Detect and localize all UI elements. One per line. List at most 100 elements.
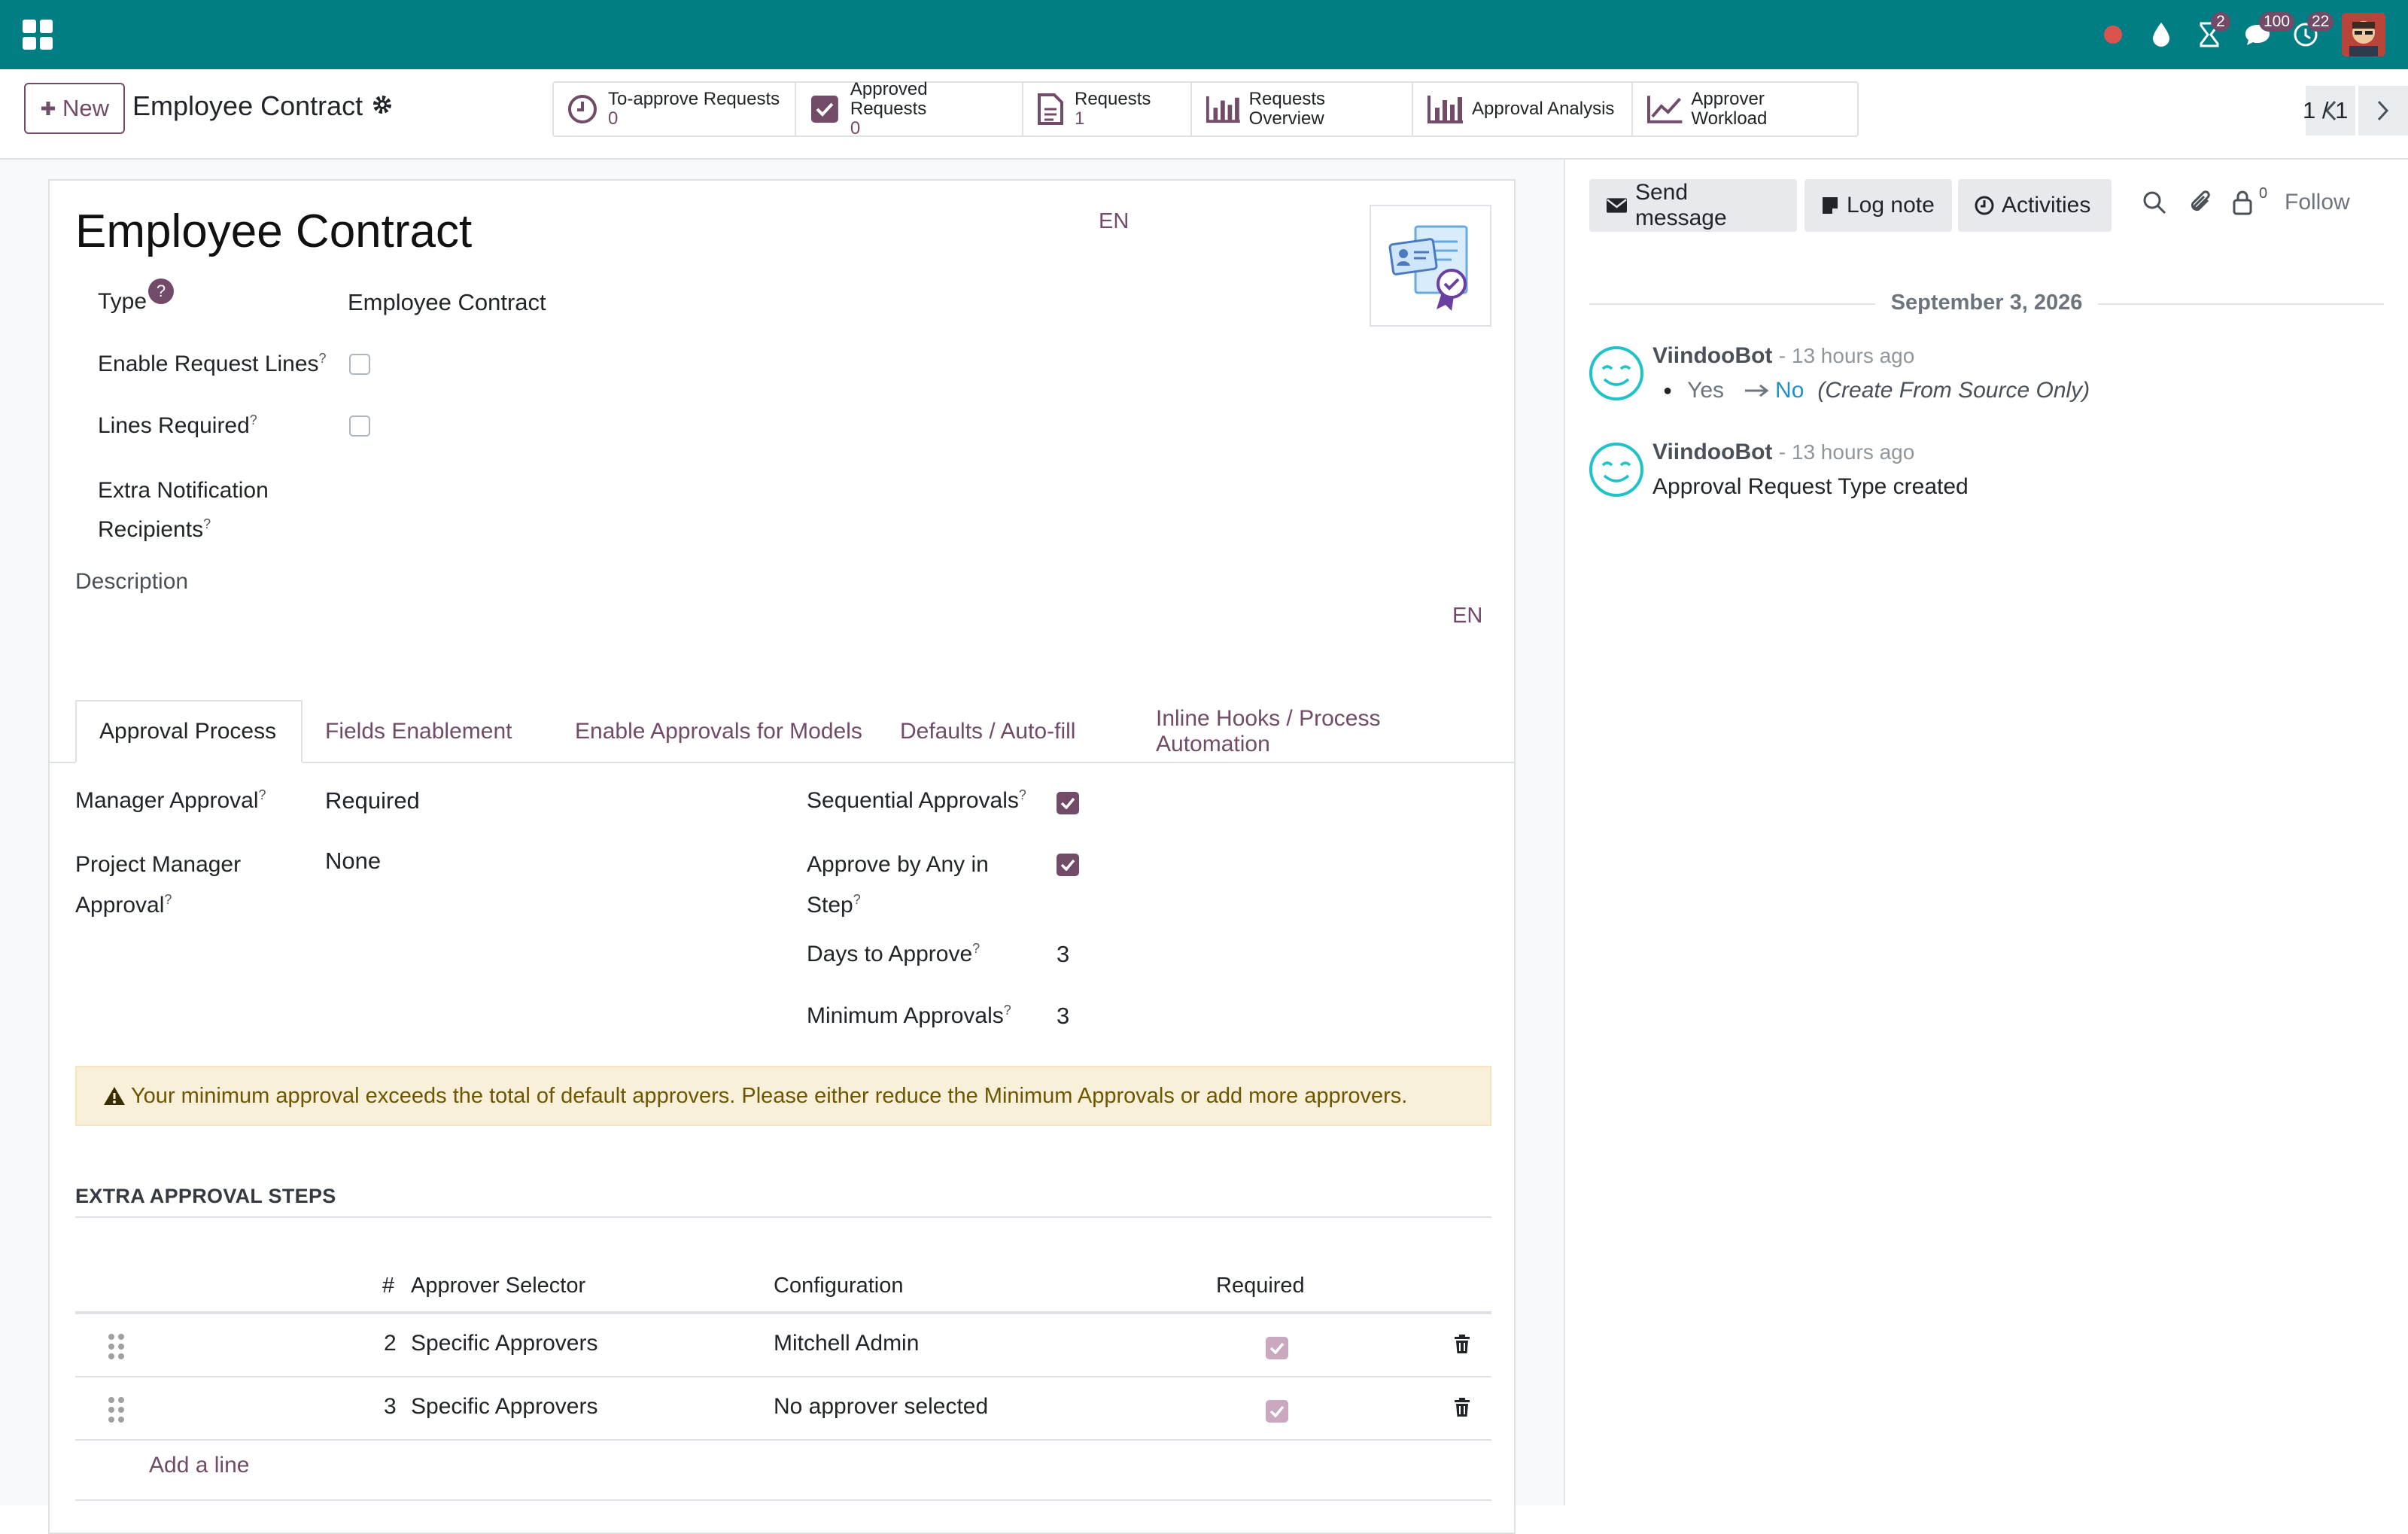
days-to-approve-field[interactable]: 3 <box>1057 941 1069 968</box>
smart-buttons: To-approve Requests 0 Approved Requests 0 … <box>552 80 1859 138</box>
column-header-approver-selector[interactable]: Approver Selector <box>411 1274 585 1298</box>
column-header-required[interactable]: Required <box>1216 1274 1305 1298</box>
record-image[interactable] <box>1370 205 1491 327</box>
approver-workload-button[interactable]: Approver Workload <box>1633 83 1857 135</box>
tab-approval-process[interactable]: Approval Process <box>75 700 303 763</box>
section-divider <box>75 1216 1491 1218</box>
pager-next-button[interactable] <box>2358 86 2408 135</box>
arrow-right-icon <box>1745 384 1769 397</box>
smart-button-title: Requests Overview <box>1248 89 1326 129</box>
minimum-approvals-label: Minimum Approvals? <box>807 1003 1011 1028</box>
envelope-icon <box>1606 198 1627 213</box>
document-icon <box>1038 93 1063 125</box>
trash-icon[interactable] <box>1454 1334 1470 1355</box>
tab-defaults-autofill[interactable]: Defaults / Auto-fill <box>877 700 1098 763</box>
required-checkbox[interactable] <box>1266 1400 1288 1423</box>
lines-required-checkbox[interactable] <box>349 415 370 437</box>
record-title[interactable]: Employee Contract <box>75 205 472 258</box>
message-time: - 13 hours ago <box>1778 440 1915 464</box>
approval-analysis-button[interactable]: Approval Analysis <box>1413 83 1633 135</box>
type-field[interactable]: Employee Contract <box>348 289 546 316</box>
activities-button[interactable]: Activities <box>1958 179 2112 232</box>
minimum-approvals-field[interactable]: 3 <box>1057 1003 1069 1030</box>
warning-icon <box>104 1087 125 1105</box>
search-icon[interactable] <box>2142 190 2167 215</box>
trash-icon[interactable] <box>1454 1397 1470 1418</box>
configuration-cell[interactable]: Mitchell Admin <box>774 1331 919 1356</box>
smart-button-title: Requests <box>1075 89 1151 109</box>
days-to-approve-label: Days to Approve? <box>807 941 981 966</box>
tab-fields-enablement[interactable]: Fields Enablement <box>303 700 534 763</box>
notebook-tabs: Approval Process Fields Enablement Enabl… <box>50 700 1514 763</box>
follow-button[interactable]: Follow <box>2285 190 2350 215</box>
new-button[interactable]: New <box>24 83 125 134</box>
control-panel: New Employee Contract To-approve Request… <box>0 69 2408 160</box>
required-checkbox[interactable] <box>1266 1337 1288 1359</box>
steps-table-header: # Approver Selector Configuration Requir… <box>75 1268 1491 1314</box>
extra-notification-recipients-label: Extra Notification Recipients? <box>98 478 269 542</box>
project-manager-approval-label: Project Manager Approval? <box>75 852 242 918</box>
project-manager-approval-field[interactable]: None <box>325 848 381 875</box>
to-approve-requests-button[interactable]: To-approve Requests 0 <box>554 83 796 135</box>
activities-icon[interactable]: 2 <box>2185 11 2233 59</box>
chatter-divider <box>1564 160 1565 1505</box>
breadcrumb: Employee Contract <box>132 90 363 121</box>
smart-button-title: Approver Workload <box>1691 89 1768 129</box>
configuration-cell[interactable]: No approver selected <box>774 1394 988 1420</box>
approver-selector-cell[interactable]: Specific Approvers <box>411 1394 597 1420</box>
message-body: Approval Request Type created <box>1652 474 1969 499</box>
discuss-badge: 22 <box>2307 12 2334 32</box>
app-menu-icon[interactable] <box>23 20 53 50</box>
table-row[interactable]: 2 Specific Approvers Mitchell Admin <box>75 1314 1491 1377</box>
contract-image-icon <box>1388 225 1468 311</box>
followers-lock-icon[interactable] <box>2232 190 2253 215</box>
bar-chart-icon <box>1427 96 1463 123</box>
tab-enable-approvals-for-models[interactable]: Enable Approvals for Models <box>552 700 885 763</box>
add-line-link[interactable]: Add a line <box>149 1453 249 1478</box>
approver-selector-cell[interactable]: Specific Approvers <box>411 1331 597 1356</box>
follower-count: 0 <box>2259 185 2268 202</box>
activities-label: Activities <box>2002 193 2091 218</box>
bar-chart-icon <box>1206 96 1240 123</box>
old-value: Yes <box>1687 378 1725 403</box>
warning-alert: Your minimum approval exceeds the total … <box>75 1066 1491 1126</box>
approve-by-any-checkbox[interactable] <box>1057 854 1079 876</box>
log-note-button[interactable]: Log note <box>1804 179 1952 232</box>
note-icon <box>1823 197 1838 214</box>
messages-icon[interactable]: 100 <box>2233 11 2295 59</box>
column-header-configuration[interactable]: Configuration <box>774 1274 904 1298</box>
pager-value[interactable]: 1 / 1 <box>2303 97 2348 124</box>
step-number: 2 <box>384 1331 397 1356</box>
requests-button[interactable]: Requests 1 <box>1023 83 1192 135</box>
title-language-button[interactable]: EN <box>1099 209 1129 234</box>
new-value: No <box>1775 378 1804 403</box>
message-author[interactable]: ViindooBot - 13 hours ago <box>1652 440 1914 465</box>
enable-request-lines-checkbox[interactable] <box>349 354 370 375</box>
description-language-button[interactable]: EN <box>1452 604 1482 629</box>
type-help-icon[interactable]: ? <box>148 278 175 304</box>
approved-requests-button[interactable]: Approved Requests 0 <box>796 80 1023 138</box>
column-header-number[interactable]: # <box>382 1274 394 1298</box>
discuss-icon[interactable]: 22 <box>2282 11 2334 59</box>
paperclip-icon[interactable] <box>2188 190 2214 217</box>
table-row[interactable]: 3 Specific Approvers No approver selecte… <box>75 1377 1491 1441</box>
sequential-approvals-checkbox[interactable] <box>1057 792 1079 814</box>
clock-icon <box>1975 196 1994 215</box>
drag-handle-icon[interactable] <box>108 1397 124 1423</box>
recording-indicator-icon[interactable] <box>2089 11 2137 59</box>
requests-overview-button[interactable]: Requests Overview <box>1192 83 1413 135</box>
activities-badge: 2 <box>2211 12 2230 32</box>
message-author[interactable]: ViindooBot - 13 hours ago <box>1652 343 1914 369</box>
tracked-field-name: (Create From Source Only) <box>1817 378 2090 403</box>
send-message-button[interactable]: Send message <box>1589 179 1797 232</box>
user-avatar[interactable] <box>2342 13 2385 56</box>
plus-icon <box>41 102 55 115</box>
manager-approval-field[interactable]: Required <box>325 787 420 814</box>
gear-icon[interactable] <box>372 94 393 115</box>
checkbox-icon <box>810 96 838 123</box>
drag-handle-icon[interactable] <box>108 1334 124 1359</box>
form-sheet: Employee Contract EN Type? Employee Cont… <box>48 179 1516 1534</box>
drop-icon[interactable] <box>2137 11 2185 59</box>
tab-inline-hooks[interactable]: Inline Hooks / Process Automation <box>1133 700 1514 763</box>
bot-avatar <box>1588 441 1645 498</box>
